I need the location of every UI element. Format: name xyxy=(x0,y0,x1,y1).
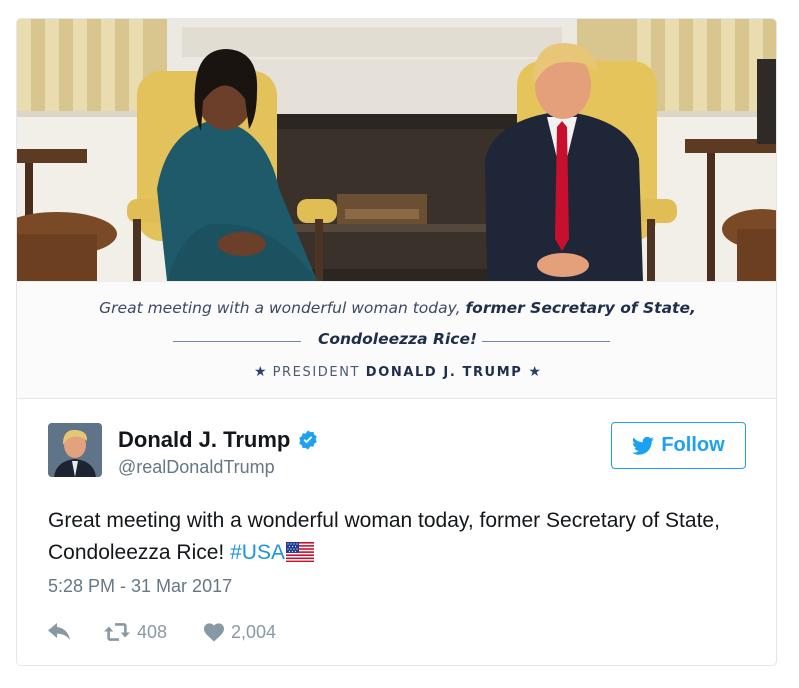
like-button[interactable]: 2,004 xyxy=(203,622,276,643)
caption-line-2-text: Condoleezza Rice! xyxy=(317,330,478,348)
caption-line-1: Great meeting with a wonderful woman tod… xyxy=(17,299,776,317)
follow-label: Follow xyxy=(661,434,725,456)
us-flag-emoji xyxy=(285,542,314,562)
tweet-timestamp[interactable]: 5:28 PM - 31 Mar 2017 xyxy=(48,576,232,597)
retweet-button[interactable]: 408 xyxy=(103,622,203,643)
like-count: 2,004 xyxy=(231,621,277,642)
follow-button[interactable]: Follow xyxy=(611,422,746,469)
caption-line-2: Condoleezza Rice! xyxy=(17,330,776,352)
twitter-bird-icon xyxy=(632,436,655,455)
retweet-icon xyxy=(104,623,130,641)
tweet-photo[interactable] xyxy=(17,19,776,281)
image-caption: Great meeting with a wonderful woman tod… xyxy=(17,281,776,399)
author-name-row[interactable]: Donald J. Trump xyxy=(118,427,319,453)
caption-bold-text: former Secretary of State, xyxy=(465,299,696,317)
retweet-count: 408 xyxy=(137,621,168,642)
caption-rule-left xyxy=(173,341,301,342)
tweet-card: Great meeting with a wonderful woman tod… xyxy=(16,18,777,666)
signature-name: DONALD J. TRUMP xyxy=(365,365,523,380)
star-icon: ★ xyxy=(254,364,267,380)
signature-prefix: PRESIDENT xyxy=(272,365,366,380)
hashtag-link[interactable]: #USA xyxy=(230,541,285,564)
verified-badge-icon xyxy=(299,430,318,450)
author-name[interactable]: Donald J. Trump xyxy=(118,427,290,453)
reply-button[interactable] xyxy=(48,623,103,641)
reply-icon xyxy=(48,623,70,640)
tweet-actions: 408 2,004 xyxy=(48,619,276,645)
star-icon: ★ xyxy=(528,364,541,380)
author-avatar[interactable] xyxy=(48,423,102,477)
tweet-text: Great meeting with a wonderful woman tod… xyxy=(48,505,748,569)
oval-office-photo xyxy=(17,19,776,281)
tweet-media[interactable]: Great meeting with a wonderful woman tod… xyxy=(17,19,776,399)
author-handle[interactable]: @realDonaldTrump xyxy=(118,457,275,478)
caption-regular-text: Great meeting with a wonderful woman tod… xyxy=(99,299,466,317)
heart-icon xyxy=(204,623,224,642)
avatar-image xyxy=(48,423,102,477)
tweet-text-body: Great meeting with a wonderful woman tod… xyxy=(48,509,720,564)
caption-signature: ★ PRESIDENT DONALD J. TRUMP ★ xyxy=(17,364,776,380)
caption-rule-right xyxy=(482,341,610,342)
